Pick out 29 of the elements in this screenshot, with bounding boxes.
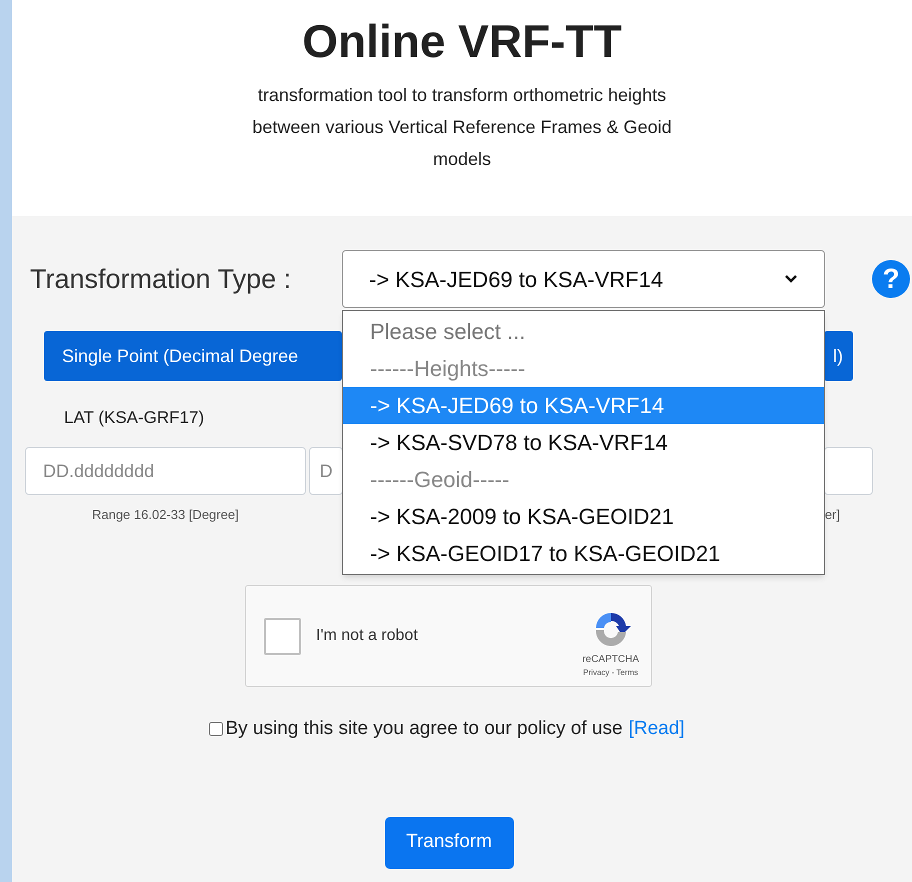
captcha-links[interactable]: Privacy - Terms — [583, 666, 638, 678]
transformation-select[interactable]: -> KSA-JED69 to KSA-VRF14 — [342, 250, 825, 308]
range-hint: Range 16.02-33 [Degree] — [92, 506, 239, 524]
dropdown-option[interactable]: Please select ... — [343, 313, 824, 350]
dropdown-option[interactable]: -> KSA-SVD78 to KSA-VRF14 — [343, 424, 824, 461]
mode-button[interactable]: l) — [824, 331, 853, 381]
mode-button[interactable]: Single Point (Decimal Degree — [44, 331, 342, 381]
transform-button[interactable]: Transform — [384, 816, 514, 868]
option-group-label: ------Heights----- — [369, 355, 526, 383]
dropdown-option[interactable]: -> KSA-GEOID17 to KSA-GEOID21 — [343, 535, 824, 572]
caret-icon — [784, 274, 798, 284]
coordinate-field[interactable] — [824, 447, 873, 495]
dropdown-option[interactable]: -> KSA-2009 to KSA-GEOID21 — [343, 498, 824, 535]
range-hint: er] — [824, 506, 840, 524]
read-link[interactable]: [Read] — [628, 715, 685, 744]
field-label: LAT (KSA-GRF17) — [64, 408, 204, 427]
coordinate-field[interactable]: DD.dddddddd — [25, 447, 306, 495]
captcha-label: I'm not a robot — [316, 626, 419, 646]
policy-checkbox[interactable] — [209, 722, 224, 736]
captcha-checkbox[interactable] — [264, 618, 301, 654]
help-button[interactable]: ? — [872, 260, 910, 298]
captcha-brand: reCAPTCHA — [582, 652, 639, 666]
page-title: Online VRF-TT — [302, 14, 622, 69]
dropdown-option[interactable]: -> KSA-JED69 to KSA-VRF14 — [343, 387, 824, 424]
option-group-label: ------Geoid----- — [369, 466, 510, 494]
policy-text: By using this site you agree to our policy of use — [225, 717, 623, 741]
coordinate-field[interactable]: D — [308, 447, 343, 495]
subtitle: transformation tool to transform orthometric heights between various Vertical Reference Frames & Geoid models — [251, 84, 673, 172]
field-label: Transformation Type : — [30, 262, 292, 296]
